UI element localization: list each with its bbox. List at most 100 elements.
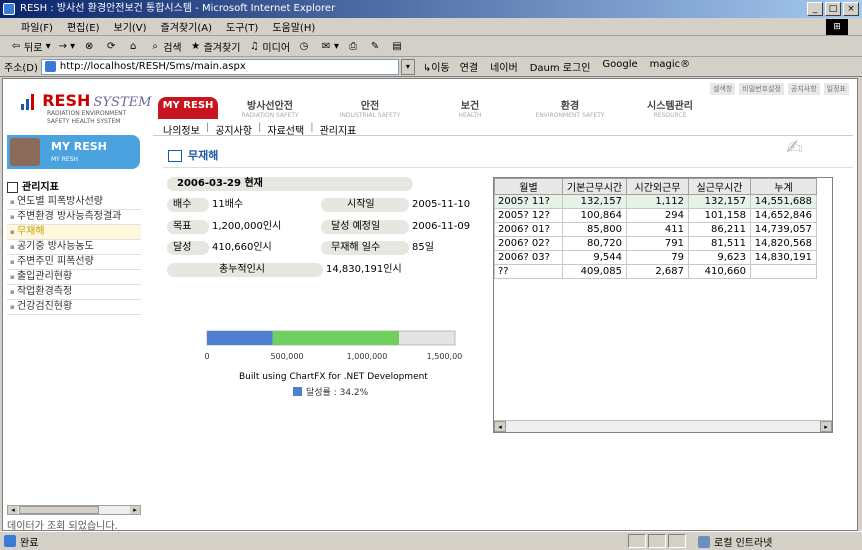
col-month[interactable]: 월별 — [494, 178, 563, 195]
print-button[interactable]: ⎙ — [347, 41, 361, 53]
forward-button[interactable]: → ▾ — [59, 41, 76, 52]
util-link-3[interactable]: 일정표 — [823, 83, 849, 95]
myresh-subtitle: MY RESH — [51, 156, 79, 163]
col-actual-hours[interactable]: 실근무시간 — [688, 178, 751, 195]
nav-radiation-safety[interactable]: 방사선안전 RADIATION SAFETY — [222, 97, 318, 119]
maximize-button[interactable]: □ — [825, 2, 841, 16]
sidebar-item-access-control[interactable]: 출입관리현황 — [7, 270, 141, 285]
total-label: 총누적인시 — [167, 263, 323, 277]
logo-bars-icon — [21, 94, 34, 110]
col-cumulative[interactable]: 누계 — [750, 178, 817, 195]
home-button[interactable]: ⌂ — [127, 41, 141, 53]
menu-tools[interactable]: 도구(T) — [219, 19, 265, 34]
table-cell: 100,864 — [562, 208, 627, 223]
sidebar-heading: 관리지표 — [7, 178, 59, 193]
refresh-button[interactable]: ⟳ — [105, 41, 119, 53]
link-google[interactable]: Google — [602, 59, 637, 74]
address-bar: 주소(D) http://localhost/RESH/Sms/main.asp… — [0, 57, 862, 77]
scroll-right-icon[interactable]: ▸ — [820, 421, 832, 432]
history-button[interactable]: ◷ — [298, 41, 312, 53]
nav-label: 방사선안전 — [247, 101, 293, 112]
logo-system: SYSTEM — [93, 95, 152, 110]
sidebar-item-no-accident[interactable]: 무재해 — [7, 225, 141, 240]
media-label: 미디어 — [262, 43, 291, 54]
stop-button[interactable]: ⊗ — [83, 41, 97, 53]
scroll-thumb[interactable] — [19, 506, 99, 514]
grid-scrollbar[interactable]: ◂ ▸ — [494, 420, 832, 432]
sidebar-item-work-environment[interactable]: 작업환경측정 — [7, 285, 141, 300]
total-value: 14,830,191인시 — [326, 264, 402, 275]
links-label: 연결 — [459, 63, 479, 74]
sidebar-item-yearly-dose[interactable]: 연도별 피폭방사선량 — [7, 195, 141, 210]
nav-industrial-safety[interactable]: 안전 INDUSTRIAL SAFETY — [322, 97, 418, 119]
nav-myresh[interactable]: MY RESH — [158, 97, 218, 119]
nav-system-admin[interactable]: 시스템관리 RESOURCE — [622, 97, 718, 119]
favorites-button[interactable]: ★ 즐겨찾기 — [190, 39, 240, 55]
mail-button[interactable]: ✉ ▾ — [320, 41, 339, 53]
sidebar-title: 관리지표 — [22, 182, 59, 193]
resh-logo[interactable]: RESH SYSTEM RADIATION ENVIRONMENT SAFETY… — [19, 91, 151, 126]
col-base-hours[interactable]: 기본근무시간 — [562, 178, 627, 195]
discuss-button[interactable]: ▤ — [391, 41, 405, 53]
mail-icon: ✉ — [321, 40, 331, 52]
sidebar-item-air-radioactivity[interactable]: 공기중 방사능농도 — [7, 240, 141, 255]
util-link-0[interactable]: 셀색창 — [709, 83, 736, 95]
nav-environment[interactable]: 환경 ENVIRONMENT SAFETY — [522, 97, 618, 119]
table-header-row: 월별 기본근무시간 시간외근무 실근무시간 누계 — [494, 178, 817, 195]
sidebar-item-health-checkup[interactable]: 건강검진현황 — [7, 300, 141, 315]
nav-health[interactable]: 보건 HEALTH — [422, 97, 518, 119]
table-row[interactable]: 2006? 01? 85,800 411 86,211 14,739,057 — [494, 222, 817, 237]
menu-edit[interactable]: 편집(E) — [60, 19, 107, 34]
nav-label: 시스템관리 — [647, 101, 693, 112]
address-input[interactable]: http://localhost/RESH/Sms/main.aspx — [40, 58, 399, 75]
go-button[interactable]: ↳이동 — [423, 59, 450, 74]
table-row[interactable]: 2005? 12? 100,864 294 101,158 14,652,846 — [494, 208, 817, 223]
col-overtime[interactable]: 시간외근무 — [626, 178, 689, 195]
monitor-icon — [168, 150, 182, 162]
close-button[interactable]: × — [843, 2, 859, 16]
table-row[interactable]: 2006? 02? 80,720 791 81,511 14,820,568 — [494, 236, 817, 251]
sidebar-scrollbar[interactable]: ◂ ▸ — [7, 505, 141, 515]
table-row[interactable]: 2005? 11? 132,157 1,112 132,157 14,551,688 — [494, 194, 817, 209]
chart-tick-label: 500,000 — [270, 352, 303, 361]
top-utility-nav: 셀색창 비밀번호설정 공지사항 일정표 — [709, 83, 849, 95]
nav-label: 환경 — [560, 101, 580, 112]
scroll-left-icon[interactable]: ◂ — [494, 421, 506, 432]
table-cell: 132,157 — [688, 194, 751, 209]
sidebar-item-env-radioactivity[interactable]: 주변환경 방사능측정결과 — [7, 210, 141, 225]
scroll-left-icon[interactable]: ◂ — [8, 506, 18, 514]
menu-favorites[interactable]: 즐겨찾기(A) — [154, 19, 219, 34]
menu-file[interactable]: 파일(F) — [14, 19, 60, 34]
util-link-2[interactable]: 공지사항 — [787, 83, 820, 95]
date-header: 2006-03-29 현재 — [167, 177, 413, 191]
link-magic[interactable]: magic® — [650, 59, 691, 74]
link-daum[interactable]: Daum 로그인 — [530, 59, 591, 74]
myresh-banner[interactable]: MY RESH MY RESH — [7, 135, 140, 169]
table-cell: 81,511 — [688, 236, 751, 251]
back-button[interactable]: ⇦ 뒤로 ▾ — [10, 39, 51, 55]
menu-view[interactable]: 보기(V) — [107, 19, 154, 34]
data-grid: 월별 기본근무시간 시간외근무 실근무시간 누계 2005? 11? 132,15… — [493, 177, 833, 433]
menu-bar: 파일(F) 편집(E) 보기(V) 즐겨찾기(A) 도구(T) 도움말(H) — [0, 18, 862, 36]
legend-swatch — [293, 387, 302, 396]
links-bar: 연결 네이버 Daum 로그인 Google magic® — [460, 59, 702, 74]
edit-button[interactable]: ✎ — [369, 41, 383, 53]
table-cell: 411 — [626, 222, 689, 237]
nav-label: 보건 — [460, 101, 480, 112]
table-cell: 79 — [626, 250, 689, 265]
util-link-1[interactable]: 비밀번호설정 — [739, 83, 784, 95]
menu-help[interactable]: 도움말(H) — [265, 19, 322, 34]
media-button[interactable]: ♫ 미디어 — [248, 39, 291, 55]
sidebar-item-resident-dose[interactable]: 주변주민 피폭선량 — [7, 255, 141, 270]
link-naver[interactable]: 네이버 — [490, 59, 518, 74]
table-cell: 410,660 — [688, 264, 751, 279]
minimize-button[interactable]: _ — [807, 2, 823, 16]
table-row[interactable]: 2006? 03? 9,544 79 9,623 14,830,191 — [494, 250, 817, 265]
nav-myresh-label: MY RESH — [162, 100, 214, 111]
scroll-right-icon[interactable]: ▸ — [130, 506, 140, 514]
search-button[interactable]: ⌕ 검색 — [149, 39, 181, 55]
address-dropdown-button[interactable]: ▾ — [400, 58, 415, 75]
multiple-label: 배수 — [167, 198, 209, 212]
table-cell: ?? — [494, 264, 563, 279]
table-row[interactable]: ?? 409,085 2,687 410,660 — [494, 264, 817, 279]
